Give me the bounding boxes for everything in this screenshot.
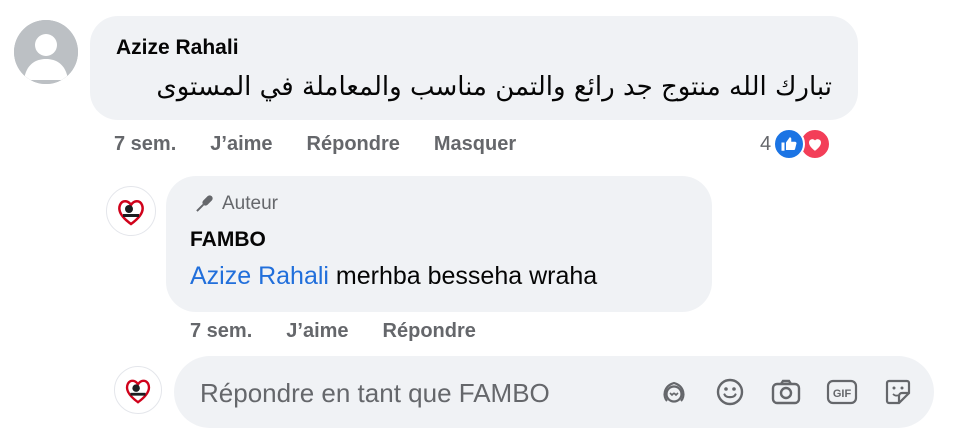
reply-reply-button[interactable]: Répondre — [383, 320, 476, 343]
emoji-icon[interactable] — [712, 374, 748, 410]
reply-composer: GIF — [174, 356, 934, 430]
brand-logo-icon — [118, 200, 144, 226]
page-avatar[interactable] — [106, 186, 156, 236]
avatar[interactable] — [14, 20, 78, 84]
comment-thread: Azize Rahali تبارك الله منتوج جد رائع وا… — [0, 0, 954, 438]
like-icon — [773, 128, 806, 160]
comment-bubble: Azize Rahali تبارك الله منتوج جد رائع وا… — [90, 16, 858, 120]
brand-logo-icon — [125, 379, 151, 404]
reactions-summary[interactable]: 4 — [760, 126, 832, 162]
comment-timestamp[interactable]: 7 sem. — [114, 133, 176, 156]
reply-input[interactable] — [198, 356, 642, 430]
reply-bubble: Auteur FAMBO Azize Rahali merhba besseha… — [166, 176, 712, 312]
reply-button[interactable]: Répondre — [307, 133, 400, 156]
comment-text: تبارك الله منتوج جد رائع والتمن مناسب وا… — [156, 72, 832, 102]
composer-avatar[interactable] — [114, 366, 162, 414]
reaction-count: 4 — [760, 132, 772, 155]
composer-toolbar: GIF — [656, 374, 916, 410]
author-badge: Auteur — [192, 192, 278, 216]
comment-actions: 7 sem. J’aime Répondre Masquer — [114, 133, 516, 156]
camera-icon[interactable] — [768, 374, 804, 410]
comment-author[interactable]: Azize Rahali — [116, 36, 239, 60]
microphone-icon — [196, 195, 213, 212]
previous-content-clipped — [300, 0, 720, 8]
like-button[interactable]: J’aime — [210, 133, 272, 156]
gif-icon[interactable]: GIF — [824, 374, 860, 410]
reply-author[interactable]: FAMBO — [190, 228, 266, 252]
gif-label: GIF — [833, 388, 852, 400]
default-avatar-icon — [14, 20, 78, 84]
sticker-icon[interactable] — [880, 374, 916, 410]
reply-like-button[interactable]: J’aime — [286, 320, 348, 343]
mention-link[interactable]: Azize Rahali — [190, 262, 329, 290]
reply-timestamp[interactable]: 7 sem. — [190, 320, 252, 343]
hide-button[interactable]: Masquer — [434, 133, 516, 156]
reply-message: merhba besseha wraha — [328, 262, 598, 290]
reply-actions: 7 sem. J’aime Répondre — [190, 320, 476, 343]
avatar-sticker-icon[interactable] — [656, 374, 692, 410]
reply-text: Azize Rahali merhba besseha wraha — [190, 262, 597, 291]
author-badge-label: Auteur — [222, 193, 278, 214]
